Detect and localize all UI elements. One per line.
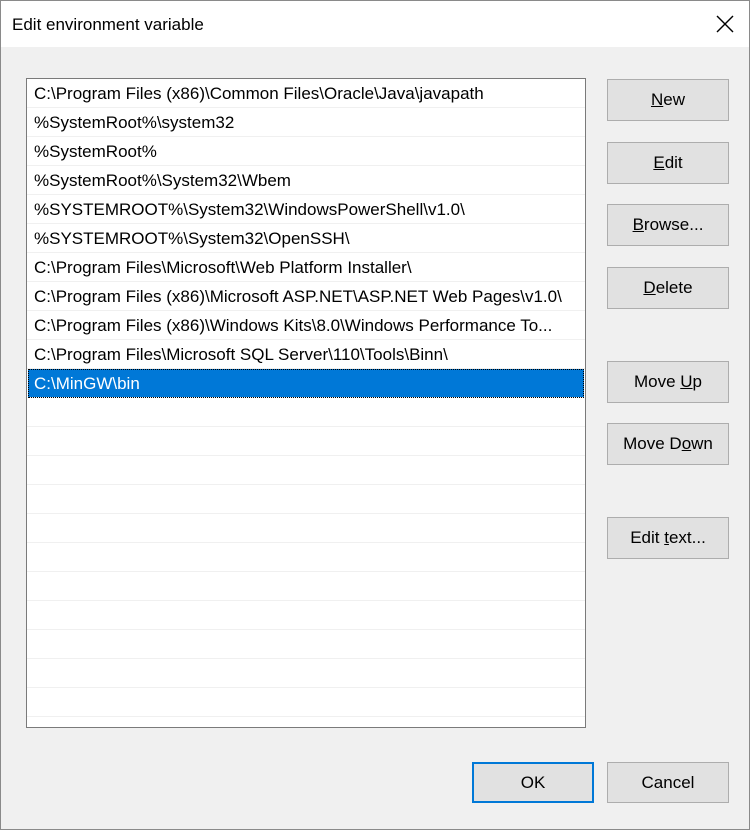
edit-button-label-post: dit [664,153,683,172]
path-list[interactable]: C:\Program Files (x86)\Common Files\Orac… [26,78,586,728]
browse-button-label-post: rowse... [643,215,704,234]
path-list-empty-row[interactable] [27,572,585,601]
path-list-empty-row[interactable] [27,630,585,659]
path-list-item[interactable]: C:\Program Files\Microsoft\Web Platform … [27,253,585,282]
move-up-button-label-pre: Move [633,372,681,391]
path-list-item[interactable]: %SystemRoot%\System32\Wbem [27,166,585,195]
path-list-empty-row[interactable] [27,514,585,543]
delete-button[interactable]: Delete [607,267,729,309]
edit-environment-variable-dialog: Edit environment variable C:\Program Fil… [0,0,750,830]
path-list-empty-row[interactable] [27,398,585,427]
path-list-empty-row[interactable] [27,427,585,456]
new-button-accel: N [650,90,664,109]
cancel-button[interactable]: Cancel [607,762,729,803]
path-list-item[interactable]: C:\Program Files (x86)\Common Files\Orac… [27,79,585,108]
move-up-button-accel: U [680,372,693,391]
delete-button-label-post: elete [655,278,693,297]
close-button[interactable] [701,1,749,47]
path-list-empty-row[interactable] [27,456,585,485]
path-list-item[interactable]: C:\Program Files (x86)\Microsoft ASP.NET… [27,282,585,311]
edit-text-button[interactable]: Edit t ext... [607,517,729,559]
move-up-button-label-post: p [692,372,703,391]
path-list-item[interactable]: %SYSTEMROOT%\System32\OpenSSH\ [27,224,585,253]
path-list-empty-row[interactable] [27,485,585,514]
browse-button-accel: B [632,215,644,234]
title-bar: Edit environment variable [1,1,749,47]
path-list-empty-row[interactable] [27,659,585,688]
path-list-empty-row[interactable] [27,601,585,630]
edit-button[interactable]: Edit [607,142,729,184]
path-list-empty-row[interactable] [27,543,585,572]
edit-button-accel: E [653,153,665,172]
move-down-button-label-post: wn [691,434,713,453]
ok-button[interactable]: OK [472,762,594,803]
new-button-label-post: ew [663,90,685,109]
move-down-button[interactable]: Move Do wn [607,423,729,465]
new-button[interactable]: New [607,79,729,121]
move-down-button-label-pre: Move D [623,434,682,453]
path-list-item[interactable]: %SystemRoot% [27,137,585,166]
path-list-empty-row[interactable] [27,688,585,717]
move-down-button-accel: o [681,434,692,453]
edit-text-button-label-post: ext... [668,528,706,547]
path-list-item[interactable]: %SystemRoot%\system32 [27,108,585,137]
path-list-item[interactable]: %SYSTEMROOT%\System32\WindowsPowerShell\… [27,195,585,224]
close-icon [716,15,734,33]
move-up-button[interactable]: Move Up [607,361,729,403]
edit-text-button-label-pre: Edit [630,528,665,547]
delete-button-accel: D [643,278,656,297]
path-list-item[interactable]: C:\Program Files (x86)\Windows Kits\8.0\… [27,311,585,340]
path-list-item-selected[interactable]: C:\MinGW\bin [28,369,584,398]
path-list-item[interactable]: C:\Program Files\Microsoft SQL Server\11… [27,340,585,369]
browse-button[interactable]: Browse... [607,204,729,246]
dialog-title: Edit environment variable [12,15,204,34]
